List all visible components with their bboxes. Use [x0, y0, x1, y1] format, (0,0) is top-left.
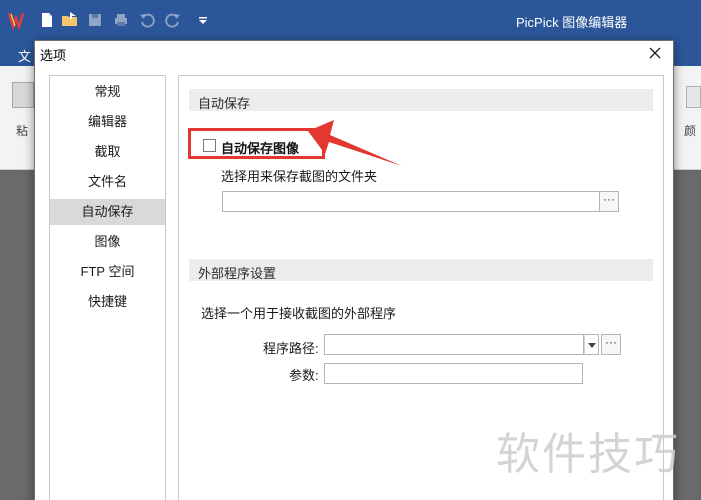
folder-label: 选择用来保存截图的文件夹 — [221, 169, 378, 184]
open-folder-icon[interactable] — [61, 11, 79, 29]
autosave-checkbox[interactable] — [203, 139, 216, 152]
folder-browse-button[interactable]: ··· — [599, 191, 619, 212]
color-icon — [686, 86, 701, 108]
autosave-checkbox-label[interactable]: 自动保存图像 — [221, 138, 299, 157]
clipboard-icon — [12, 82, 34, 108]
dialog-title: 选项 — [40, 48, 67, 63]
color-label: 颜 — [684, 124, 697, 138]
program-path-label: 程序路径: — [263, 341, 319, 356]
folder-path-input[interactable] — [222, 191, 600, 212]
options-nav: 常规 编辑器 截取 文件名 自动保存 图像 FTP 空间 快捷键 — [49, 75, 166, 500]
program-browse-button[interactable]: ··· — [601, 334, 621, 355]
paste-label: 粘 — [16, 124, 29, 138]
color-button[interactable]: 颜 — [680, 76, 701, 156]
program-path-dropdown[interactable] — [584, 334, 599, 355]
external-section-header: 外部程序设置 — [189, 259, 653, 281]
nav-item-image[interactable]: 图像 — [50, 229, 165, 255]
params-label: 参数: — [289, 368, 319, 383]
chevron-down-icon — [588, 343, 596, 348]
program-path-input[interactable] — [324, 334, 584, 355]
external-description: 选择一个用于接收截图的外部程序 — [201, 306, 397, 321]
external-section-title: 外部程序设置 — [198, 266, 277, 281]
autosave-section-header: 自动保存 — [189, 89, 653, 111]
close-icon[interactable] — [645, 43, 665, 63]
new-file-icon[interactable] — [38, 11, 56, 29]
nav-item-capture[interactable]: 截取 — [50, 139, 165, 165]
nav-item-autosave[interactable]: 自动保存 — [50, 199, 165, 225]
paste-button[interactable]: 粘 — [10, 76, 36, 156]
tab-file[interactable]: 文 — [18, 46, 31, 65]
nav-item-general[interactable]: 常规 — [50, 79, 165, 105]
autosave-section-title: 自动保存 — [198, 96, 251, 111]
customize-toolbar-icon[interactable] — [194, 11, 212, 29]
nav-item-filename[interactable]: 文件名 — [50, 169, 165, 195]
params-input[interactable] — [324, 363, 583, 384]
watermark: 软件技巧 — [496, 429, 680, 480]
dialog-titlebar: 选项 — [35, 41, 673, 65]
app-titlebar: PicPick 图像编辑器 — [0, 0, 701, 40]
picpick-logo-icon — [7, 12, 25, 30]
redo-icon[interactable] — [164, 11, 182, 29]
nav-item-editor[interactable]: 编辑器 — [50, 109, 165, 135]
nav-item-ftp[interactable]: FTP 空间 — [50, 259, 165, 285]
nav-item-hotkeys[interactable]: 快捷键 — [50, 289, 165, 315]
print-icon[interactable] — [112, 11, 130, 29]
save-icon[interactable] — [86, 11, 104, 29]
undo-icon[interactable] — [138, 11, 156, 29]
app-title: PicPick 图像编辑器 — [516, 15, 628, 30]
